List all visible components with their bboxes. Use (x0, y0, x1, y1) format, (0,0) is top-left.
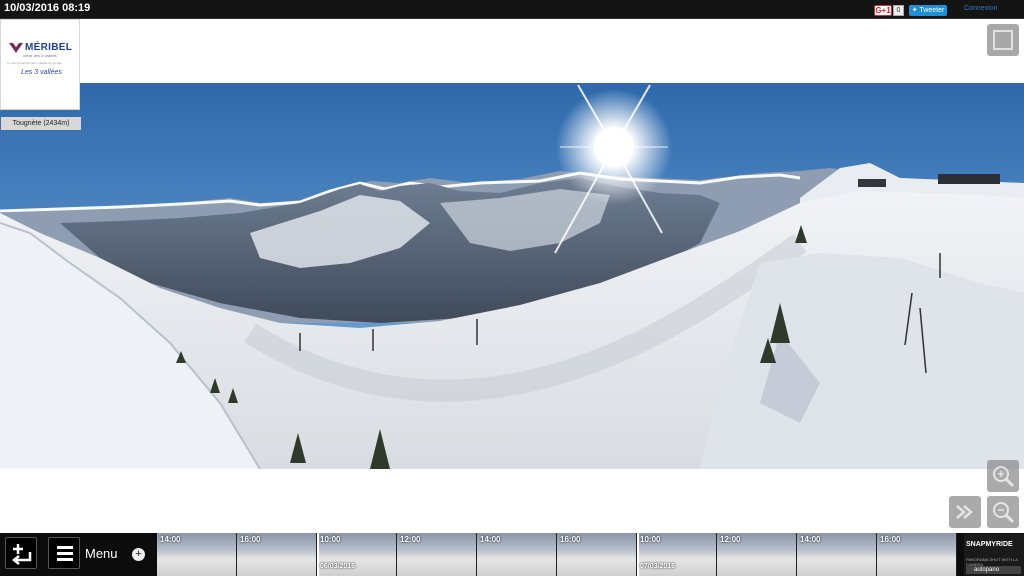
thumb-time: 10:00 (320, 535, 341, 544)
thumb-time: 14:00 (480, 535, 501, 544)
thumb-time: 14:00 (800, 535, 821, 544)
logo-tagline: cœur des 3 vallées (23, 53, 57, 58)
zoom-out-icon (993, 502, 1015, 524)
top-bar: 10/03/2016 08:19 G+1 0 ✦ Tweeter Connexi… (0, 0, 1024, 19)
timeline-thumb[interactable]: 10:00 07/03/2016 (637, 533, 717, 576)
timeline-thumb[interactable]: 16:00 (237, 533, 317, 576)
thumb-date: 07/03/2016 (640, 563, 676, 570)
zoom-in-button[interactable] (987, 460, 1019, 492)
menu-label[interactable]: Menu (85, 546, 118, 561)
plus-icon: + (135, 548, 142, 560)
connexion-link[interactable]: Connexion (964, 5, 997, 12)
credits-product: autopano (966, 566, 1021, 574)
menu-button[interactable] (48, 537, 80, 569)
zoom-in-icon (993, 466, 1015, 488)
expand-timeline-button[interactable]: + (132, 548, 145, 561)
add-arrow-icon (11, 544, 32, 565)
thumb-date: 06/03/2016 (320, 563, 356, 570)
capture-timestamp: 10/03/2016 08:19 (4, 2, 91, 14)
timeline-thumb[interactable]: 12:00 (717, 533, 797, 576)
logo-3-vallees: Les 3 vallées (21, 69, 62, 76)
fast-forward-button[interactable] (949, 496, 981, 528)
thumb-time: 16:00 (560, 535, 581, 544)
timeline-thumb[interactable]: 14:00 (477, 533, 557, 576)
zoom-out-button[interactable] (987, 496, 1019, 528)
thumb-time: 14:00 (160, 535, 181, 544)
panorama-svg (0, 83, 1024, 469)
logo-brand: MÉRIBEL (25, 42, 73, 53)
logo-subline: Le plus grand domaine skiable du monde (7, 61, 62, 65)
hamburger-icon (57, 546, 73, 561)
tweet-button[interactable]: ✦ Tweeter (909, 5, 947, 16)
add-to-favorites-button[interactable] (5, 537, 37, 569)
timeline-thumb[interactable]: 16:00 (877, 533, 957, 576)
tweet-label: Tweeter (919, 7, 945, 14)
thumb-time: 12:00 (400, 535, 421, 544)
timeline-strip[interactable]: 14:00 16:00 10:00 06/03/2016 12:00 14:00… (157, 533, 960, 576)
thumb-time: 10:00 (640, 535, 661, 544)
fullscreen-icon (993, 30, 1013, 50)
station-label: Tougnète (2434m) (1, 117, 81, 130)
timeline-thumb[interactable]: 14:00 (157, 533, 237, 576)
timeline-thumb[interactable]: 10:00 06/03/2016 (317, 533, 397, 576)
thumb-time: 16:00 (880, 535, 901, 544)
thumb-time: 16:00 (240, 535, 261, 544)
webcam-viewer: 10/03/2016 08:19 G+1 0 ✦ Tweeter Connexi… (0, 0, 1024, 576)
thumb-time: 12:00 (720, 535, 741, 544)
google-plus-count: 0 (893, 5, 904, 16)
panorama-image[interactable] (0, 83, 1024, 469)
credits-brand: SNAPMYRIDE (966, 541, 1013, 548)
timeline-thumb[interactable]: 14:00 (797, 533, 877, 576)
resort-logo[interactable]: MÉRIBEL cœur des 3 vallées Le plus grand… (0, 19, 81, 130)
fast-forward-icon (956, 505, 973, 519)
google-plus-button[interactable]: G+1 (874, 5, 892, 16)
fullscreen-button[interactable] (987, 24, 1019, 56)
heart-logo-icon (9, 42, 23, 53)
timeline-thumb[interactable]: 12:00 (397, 533, 477, 576)
timeline-thumb[interactable]: 16:00 (557, 533, 637, 576)
